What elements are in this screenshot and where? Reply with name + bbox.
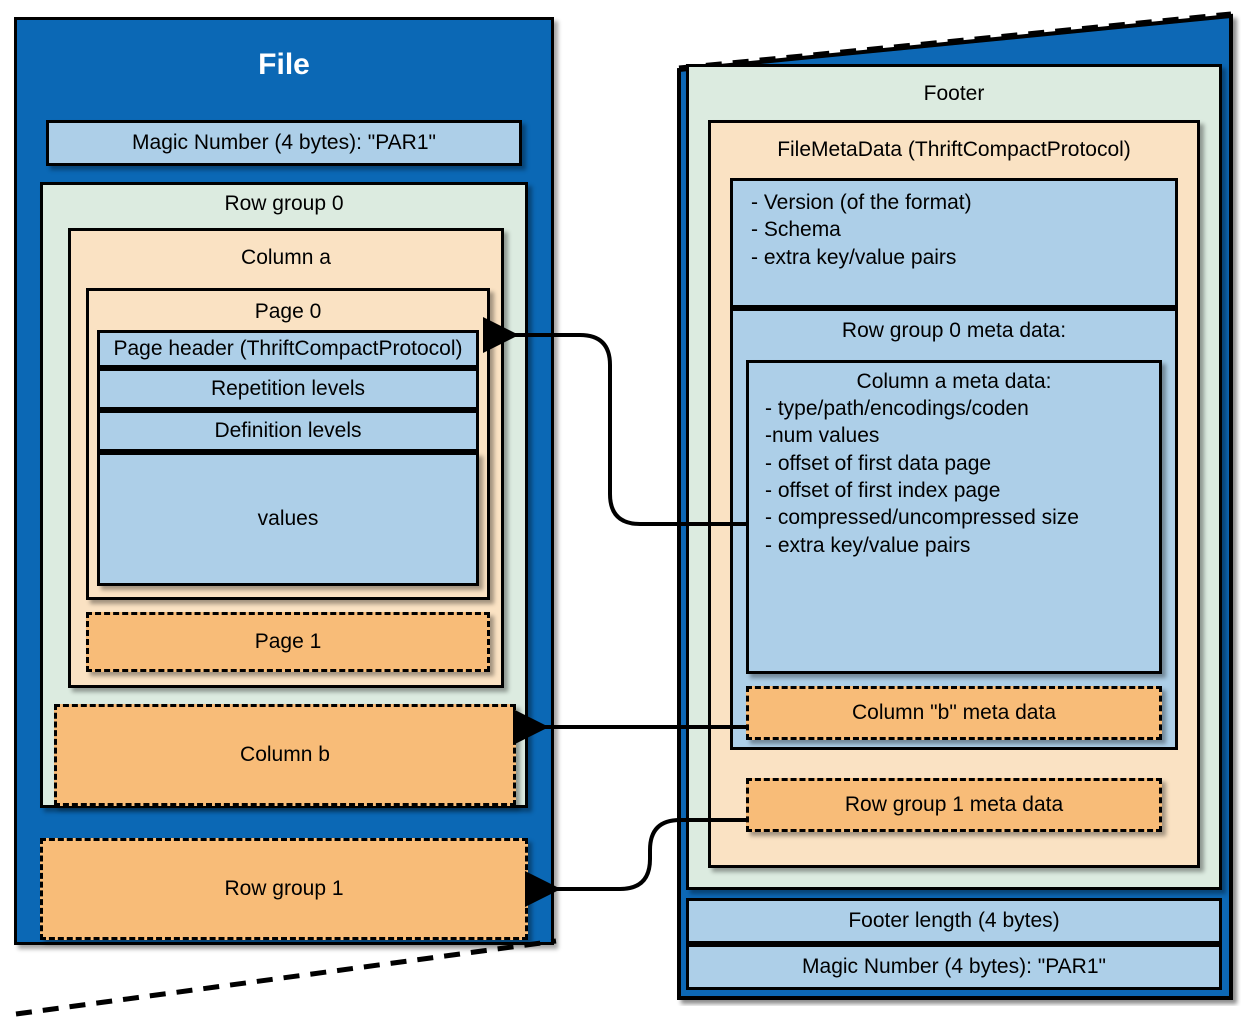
column-a-label: Column a	[241, 246, 331, 269]
column-b-meta-box: Column "b" meta data	[746, 686, 1162, 740]
file-magic-number-top: Magic Number (4 bytes): "PAR1"	[46, 120, 522, 166]
footer-panel-content: Footer FileMetaData (ThriftCompactProtoc…	[678, 58, 1230, 996]
column-a-meta-box: Column a meta data: - type/path/encoding…	[746, 360, 1162, 674]
definition-levels-box: Definition levels	[97, 410, 479, 452]
file-cut-edge-dashed	[15, 938, 557, 1017]
page-1-box: Page 1	[86, 612, 490, 672]
column-a-meta-items: - type/path/encodings/coden -num values …	[765, 397, 1079, 557]
values-box: values	[97, 452, 479, 586]
diagram-canvas: File Magic Number (4 bytes): "PAR1" Row …	[0, 0, 1247, 1031]
repetition-levels-box: Repetition levels	[97, 368, 479, 410]
file-metadata-summary-box: - Version (of the format) - Schema - ext…	[730, 178, 1178, 308]
page-title: File	[258, 48, 310, 81]
row-group-0-label: Row group 0	[224, 192, 344, 215]
row-group-1-meta-box: Row group 1 meta data	[746, 778, 1162, 832]
column-a-meta-heading: Column a meta data:	[856, 370, 1052, 393]
page-0-label: Page 0	[254, 300, 322, 323]
footer-magic-number-box: Magic Number (4 bytes): "PAR1"	[686, 944, 1222, 990]
row-group-1-box: Row group 1	[40, 838, 528, 940]
footer-length-box: Footer length (4 bytes)	[686, 898, 1222, 944]
column-b-box: Column b	[54, 704, 516, 806]
row-group-0-meta-label: Row group 0 meta data:	[841, 319, 1067, 342]
page-header-box: Page header (ThriftCompactProtocol)	[97, 330, 479, 368]
footer-label: Footer	[923, 82, 985, 105]
file-metadata-label: FileMetaData (ThriftCompactProtocol)	[777, 138, 1131, 161]
